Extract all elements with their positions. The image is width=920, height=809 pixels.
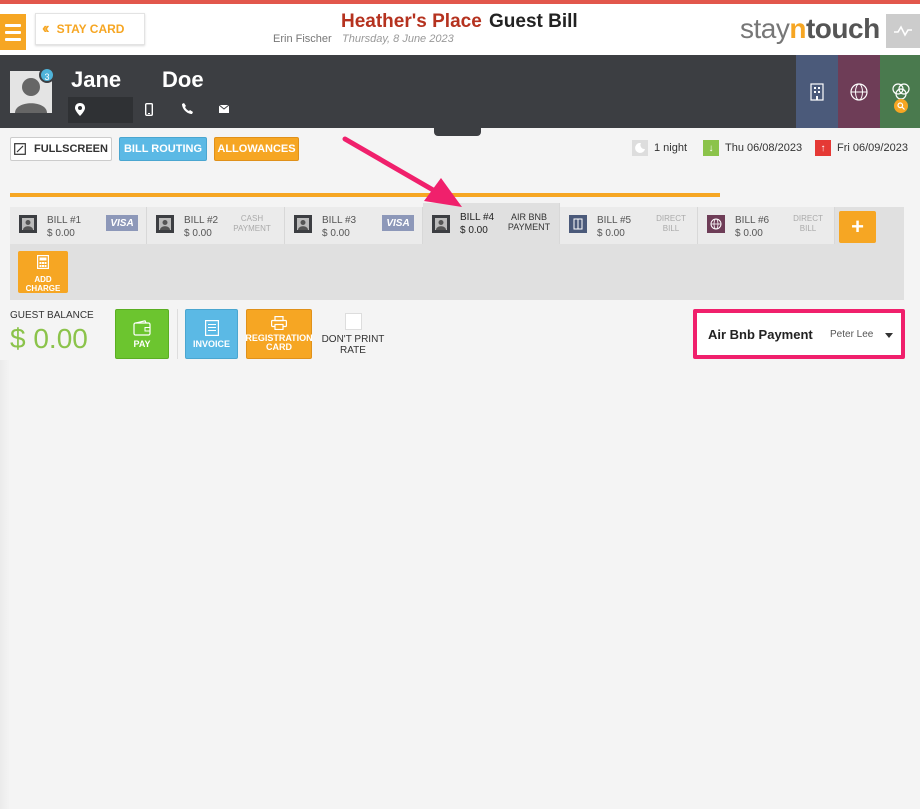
guest-balance-label: GUEST BALANCE xyxy=(10,310,94,321)
avatar-icon xyxy=(294,215,312,233)
building-icon xyxy=(569,215,587,233)
pulse-icon xyxy=(894,25,912,37)
guest-first-name: Jane xyxy=(71,67,122,92)
mobile-phone-icon[interactable] xyxy=(145,103,153,116)
avatar-icon xyxy=(156,215,174,233)
bill-tab-6[interactable]: BILL #6 $ 0.00 DIRECT BILL xyxy=(698,207,835,244)
arrival-date: ↓ Thu 06/08/2023 xyxy=(703,140,802,156)
bill-payment-type: DIRECT BILL xyxy=(656,214,686,233)
user-name: Erin Fischer xyxy=(273,33,332,45)
email-icon[interactable] xyxy=(219,105,229,113)
business-date: Thursday, 8 June 2023 xyxy=(342,33,454,45)
guest-last-name: Doe xyxy=(162,67,204,92)
globe-icon xyxy=(707,215,725,233)
bill-payment-type: AIR BNB PAYMENT xyxy=(507,212,551,232)
add-bill-button[interactable]: + xyxy=(839,211,876,243)
bill-tab-2[interactable]: BILL #2 $ 0.00 CASH PAYMENT xyxy=(147,207,285,244)
stay-tiles xyxy=(796,55,920,128)
payment-type-label: Air Bnb Payment xyxy=(708,327,813,342)
group-tile[interactable] xyxy=(880,55,920,128)
payment-person: Peter Lee xyxy=(830,329,874,340)
double-chevron-left-icon: ‹‹ xyxy=(42,20,49,37)
bill-tab-1[interactable]: BILL #1 $ 0.00 VISA xyxy=(10,207,147,244)
pay-button[interactable]: PAY xyxy=(115,309,169,359)
globe-tile[interactable] xyxy=(838,55,880,128)
guest-location-field[interactable] xyxy=(68,97,133,123)
building-icon xyxy=(810,82,824,101)
location-pin-icon xyxy=(75,103,85,116)
menu-button[interactable] xyxy=(0,14,26,50)
registration-card-button[interactable]: REGISTRATION CARD xyxy=(245,309,313,359)
bill-tab-3[interactable]: BILL #3 $ 0.00 VISA xyxy=(285,207,423,244)
avatar-icon xyxy=(432,215,450,233)
dont-print-rate-checkbox[interactable] xyxy=(345,313,362,330)
stay-card-label: STAY CARD xyxy=(56,22,125,36)
bill-tab-5[interactable]: BILL #5 $ 0.00 DIRECT BILL xyxy=(560,207,698,244)
visa-card-icon: VISA xyxy=(106,215,138,231)
edge-shadow xyxy=(0,360,10,809)
menu-icon xyxy=(5,23,21,27)
plus-icon: + xyxy=(851,214,864,239)
search-icon xyxy=(894,99,908,113)
bill-routing-button[interactable]: BILL ROUTING xyxy=(119,137,207,161)
stay-card-back-button[interactable]: ‹‹ STAY CARD xyxy=(35,13,145,45)
caret-down-icon xyxy=(885,333,893,338)
avatar-icon xyxy=(19,215,37,233)
moon-icon xyxy=(632,140,648,156)
notification-badge: 3 xyxy=(39,67,55,83)
bill-tab-4[interactable]: BILL #4 $ 0.00 AIR BNB PAYMENT xyxy=(423,203,560,244)
guest-balance-value: $ 0.00 xyxy=(10,323,88,354)
bill-payment-type: CASH PAYMENT xyxy=(233,214,271,233)
bills-panel: BILL #1 $ 0.00 VISA BILL #2 $ 0.00 CASH … xyxy=(10,203,904,300)
payment-type-selector[interactable]: Air Bnb Payment Peter Lee xyxy=(693,309,905,359)
building-tile[interactable] xyxy=(796,55,838,128)
expand-icon xyxy=(14,143,26,155)
arrow-up-icon: ↑ xyxy=(815,140,831,156)
fullscreen-button[interactable]: FULLSCREEN xyxy=(10,137,112,161)
nights-info: 1 night xyxy=(632,140,687,156)
globe-icon xyxy=(850,82,868,101)
invoice-button[interactable]: INVOICE xyxy=(185,309,238,359)
phone-icon[interactable] xyxy=(182,103,193,114)
add-charge-button[interactable]: ADD CHARGE xyxy=(18,251,68,293)
page-title: Guest Bill xyxy=(489,11,578,32)
allowances-button[interactable]: ALLOWANCES xyxy=(214,137,299,161)
top-bar: ‹‹ STAY CARD Heather's Place Guest Bill … xyxy=(0,4,920,55)
departure-date: ↑ Fri 06/09/2023 xyxy=(815,140,908,156)
divider xyxy=(177,309,178,359)
arrow-down-icon: ↓ xyxy=(703,140,719,156)
printer-icon xyxy=(271,316,287,330)
stayntouch-logo: stayntouch xyxy=(740,13,880,44)
wallet-icon xyxy=(133,319,151,336)
activity-button[interactable] xyxy=(886,14,920,48)
dont-print-rate-label: DON'T PRINT RATE xyxy=(321,334,385,356)
bill-progress-bar xyxy=(10,193,720,197)
calculator-icon xyxy=(37,255,50,270)
pull-tab-handle[interactable] xyxy=(434,127,481,136)
hotel-name: Heather's Place xyxy=(341,11,482,32)
bill-payment-type: DIRECT BILL xyxy=(793,214,823,233)
visa-card-icon: VISA xyxy=(382,215,414,231)
invoice-icon xyxy=(204,319,219,336)
guest-header: 3 Jane Doe xyxy=(0,55,920,128)
